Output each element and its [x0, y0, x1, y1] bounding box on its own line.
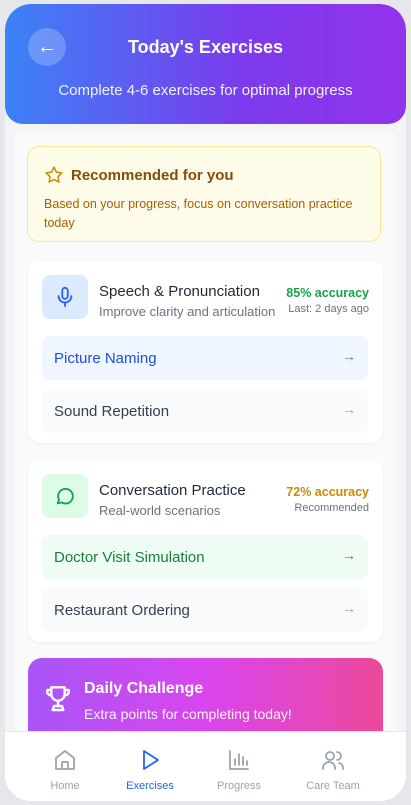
nav-label: Progress	[216, 780, 262, 792]
arrow-right-icon: →	[342, 401, 356, 417]
phone-screen: ← Today's Exercises Complete 4-6 exercis…	[5, 4, 406, 801]
exercise-item-picture-naming[interactable]: Picture Naming →	[42, 336, 368, 380]
home-icon	[55, 750, 75, 770]
nav-item-progress[interactable]: Progress	[189, 732, 289, 801]
play-icon	[143, 750, 159, 770]
category-title: Conversation Practice	[99, 482, 246, 499]
nav-label: Exercises	[126, 780, 174, 792]
accuracy-badge: 72% accuracy	[286, 485, 369, 499]
exercise-item-sound-repetition[interactable]: Sound Repetition →	[42, 389, 368, 433]
arrow-right-icon: →	[342, 547, 356, 563]
exercise-item-restaurant-ordering[interactable]: Restaurant Ordering →	[42, 588, 368, 632]
exercise-label: Picture Naming	[54, 349, 157, 367]
category-icon-box	[42, 275, 88, 319]
exercise-item-doctor-visit[interactable]: Doctor Visit Simulation →	[42, 535, 368, 579]
nav-item-exercises[interactable]: Exercises	[100, 732, 200, 801]
accuracy-badge: 85% accuracy	[286, 286, 369, 300]
arrow-right-icon: →	[342, 348, 356, 364]
users-icon	[322, 751, 344, 770]
challenge-title: Daily Challenge	[84, 680, 204, 697]
recommendation-title: Recommended for you	[71, 167, 234, 184]
category-subtitle: Real-world scenarios	[99, 503, 221, 518]
bar-chart-icon	[229, 750, 249, 770]
exercise-label: Restaurant Ordering	[54, 601, 190, 619]
challenge-subtitle: Extra points for completing today!	[84, 706, 292, 722]
recommendation-text: Based on your progress, focus on convers…	[44, 197, 353, 230]
category-meta: Recommended	[294, 502, 369, 514]
category-icon-box	[42, 474, 88, 518]
category-subtitle: Improve clarity and articulation	[99, 304, 276, 319]
exercise-category-card: Conversation Practice Real-world scenari…	[28, 460, 383, 642]
exercise-label: Sound Repetition	[54, 402, 170, 420]
recommendation-banner: Recommended for you Based on your progre…	[27, 146, 381, 242]
microphone-icon	[57, 286, 73, 308]
exercise-label: Doctor Visit Simulation	[54, 548, 205, 566]
page-title: Today's Exercises	[127, 37, 284, 57]
trophy-icon	[45, 686, 71, 712]
arrow-right-icon: →	[342, 600, 356, 616]
exercise-category-card: Speech & Pronunciation Improve clarity a…	[28, 261, 383, 443]
star-icon	[45, 166, 63, 183]
category-meta: Last: 2 days ago	[288, 303, 369, 315]
bottom-navigation: Home Exercises Progress Care Team	[5, 731, 406, 801]
chat-bubble-icon	[56, 487, 74, 505]
category-title: Speech & Pronunciation	[99, 283, 260, 300]
page-header: ← Today's Exercises Complete 4-6 exercis…	[5, 4, 406, 124]
page-subtitle: Complete 4-6 exercises for optimal progr…	[58, 82, 353, 99]
nav-item-care-team[interactable]: Care Team	[283, 732, 383, 801]
nav-label: Care Team	[306, 780, 360, 792]
